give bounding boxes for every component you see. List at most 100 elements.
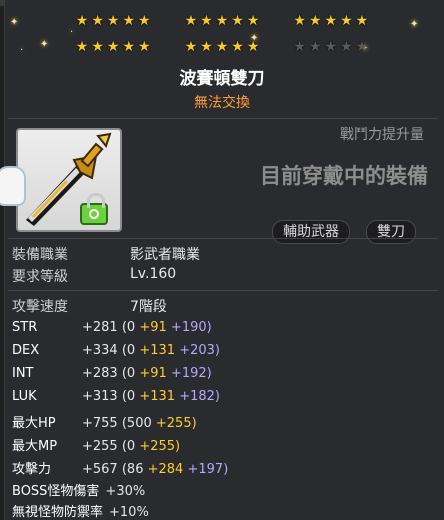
stat-bonus-enhance: +203) — [179, 343, 220, 358]
divider — [8, 118, 438, 119]
stat-bonus-flame: +91 — [139, 366, 167, 381]
star-group: ★ ★ ★ ★ ★ — [76, 40, 151, 54]
star-group: ★ ★ ★ ★ ★ — [185, 14, 260, 28]
item-name: 波賽頓雙刀 — [179, 69, 265, 89]
trade-status: 無法交換 — [194, 95, 250, 111]
stat-base: (0 — [121, 439, 136, 454]
divider — [8, 290, 438, 291]
star-icon: ★ — [246, 39, 260, 55]
stat-total: +567 — [82, 462, 118, 477]
stat-total: +755 — [82, 416, 118, 431]
stat-total: +255 — [82, 439, 118, 454]
stat-total: +281 — [82, 320, 118, 335]
stat-base: (86 — [121, 462, 144, 477]
star-icon: ★ — [184, 13, 198, 29]
star-icon: ★ — [324, 13, 338, 29]
star-icon: ★ — [122, 13, 136, 29]
star-icon: ★ — [75, 13, 89, 29]
stat-label: LUK — [12, 389, 37, 404]
req-job-label: 裝備職業 — [12, 247, 68, 263]
stat-label: 攻擊力 — [12, 462, 52, 477]
attack-speed-value: 7階段 — [130, 299, 167, 315]
stat-row-luk: LUK +313 (0 +131 +182) — [12, 389, 220, 404]
star-icon: ★ — [138, 39, 151, 55]
star-icon: ★ — [200, 39, 213, 55]
stat-row-maxhp: 最大HP +755 (500 +255) — [12, 412, 197, 431]
stat-label: INT — [12, 366, 34, 381]
star-icon: ★ — [200, 13, 213, 29]
star-empty-icon: ★ — [340, 39, 353, 55]
tag-secondary-weapon: 輔助武器 — [272, 220, 350, 244]
lock-icon — [80, 193, 108, 225]
stat-bonus-flame: +284 — [147, 462, 184, 477]
star-icon: ★ — [184, 39, 198, 55]
stat-base: (0 — [121, 366, 136, 381]
star-icon: ★ — [215, 39, 229, 55]
stat-label: DEX — [12, 343, 40, 358]
stat-label: 最大HP — [12, 416, 56, 431]
stat-total: +283 — [82, 366, 118, 381]
divider — [8, 238, 438, 239]
star-group: ★ ★ ★ ★ ★ — [293, 14, 368, 28]
combat-power-label: 戰鬥力提升量 — [340, 127, 424, 143]
stat-value: +10% — [109, 505, 149, 520]
stat-base: (0 — [121, 389, 136, 404]
stat-base: (0 — [121, 343, 136, 358]
attack-speed-label: 攻擊速度 — [12, 299, 68, 315]
star-empty-icon: ★ — [324, 39, 338, 55]
star-icon: ★ — [308, 13, 322, 29]
stat-base: (0 — [121, 320, 136, 335]
stat-bonus-flame: +255) — [155, 416, 197, 431]
stat-row-str: STR +281 (0 +91 +190) — [12, 320, 212, 335]
stat-row-dex: DEX +334 (0 +131 +203) — [12, 343, 220, 358]
glove-cursor-icon — [0, 166, 26, 206]
stat-bonus-flame: +131 — [139, 389, 176, 404]
stat-label: BOSS怪物傷害 — [12, 484, 100, 499]
stat-bonus-enhance: +182) — [179, 389, 220, 404]
stat-label: 無視怪物防禦率 — [12, 505, 104, 520]
stat-row-int: INT +283 (0 +91 +192) — [12, 366, 212, 381]
star-icon: ★ — [91, 39, 104, 55]
stat-bonus-enhance: +190) — [170, 320, 212, 335]
stat-bonus-flame: +131 — [139, 343, 176, 358]
stat-label: 最大MP — [12, 439, 58, 454]
star-icon: ★ — [293, 13, 306, 29]
star-group: ★ ★ ★ ★ ★ — [76, 14, 151, 28]
req-level-label: 要求等級 — [12, 269, 68, 285]
star-force-row-2: ★ ★ ★ ★ ★ ★ ★ ★ ★ ★ ★ ★ ★ ★ ★ — [0, 40, 444, 54]
star-empty-icon: ★ — [355, 39, 369, 55]
star-icon: ★ — [246, 13, 260, 29]
star-icon: ★ — [106, 39, 120, 55]
star-group: ★ ★ ★ ★ ★ — [293, 40, 368, 54]
stat-total: +334 — [82, 343, 118, 358]
star-force-row-1: ★ ★ ★ ★ ★ ★ ★ ★ ★ ★ ★ ★ ★ ★ ★ — [0, 14, 444, 28]
stat-label: STR — [12, 320, 38, 335]
stat-row-ignore-defense: 無視怪物防禦率 +10% — [12, 501, 149, 520]
stat-row-attack: 攻擊力 +567 (86 +284 +197) — [12, 458, 228, 477]
sparkle-icon: · — [70, 27, 74, 38]
stat-bonus-flame: +91 — [139, 320, 167, 335]
stat-row-maxmp: 最大MP +255 (0 +255) — [12, 435, 180, 454]
star-icon: ★ — [106, 13, 120, 29]
stat-bonus-flame: +255) — [139, 439, 181, 454]
stat-bonus-enhance: +192) — [170, 366, 212, 381]
star-icon: ★ — [215, 13, 229, 29]
star-icon: ★ — [122, 39, 136, 55]
star-icon: ★ — [231, 13, 244, 29]
star-icon: ★ — [355, 13, 369, 29]
tag-dual-blade: 雙刀 — [366, 220, 416, 244]
stat-total: +313 — [82, 389, 118, 404]
stat-row-boss-damage: BOSS怪物傷害 +30% — [12, 480, 145, 499]
equipped-notice: 目前穿戴中的裝備 — [260, 164, 428, 188]
stat-bonus-enhance: +197) — [187, 462, 229, 477]
star-empty-icon: ★ — [293, 39, 306, 55]
req-job-value: 影武者職業 — [130, 247, 200, 263]
star-icon: ★ — [75, 39, 89, 55]
star-icon: ★ — [340, 13, 353, 29]
star-icon: ★ — [138, 13, 151, 29]
star-group: ★ ★ ★ ★ ★ — [185, 40, 260, 54]
stat-value: +30% — [105, 484, 146, 499]
star-icon: ★ — [91, 13, 104, 29]
req-level-value: Lv.160 — [130, 266, 177, 282]
star-empty-icon: ★ — [308, 39, 322, 55]
